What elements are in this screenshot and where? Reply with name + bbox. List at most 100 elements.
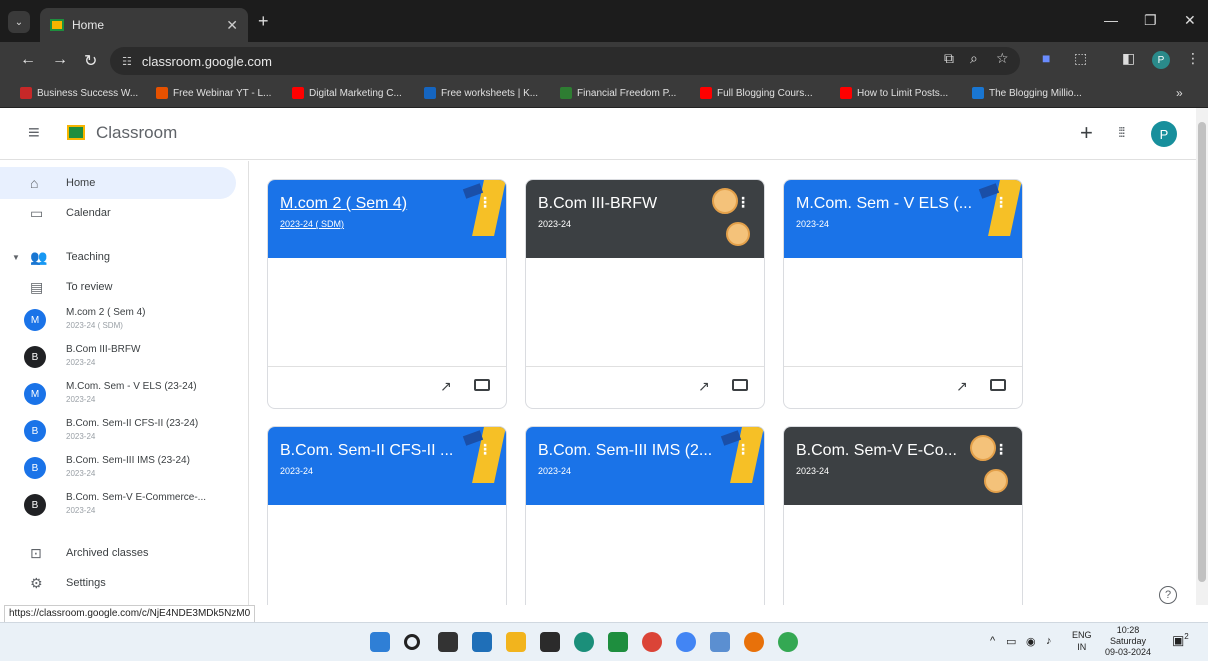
sidebar-class-item[interactable]: B B.Com. Sem-II CFS-II (23-24) 2023-24 [0,414,236,450]
card-options-icon[interactable]: ⋮ [994,194,1008,211]
site-info-icon[interactable]: ☷ [122,55,132,68]
bookmark-item[interactable]: Business Success W... [20,87,138,99]
class-card-title[interactable]: B.Com III-BRFW [538,195,657,213]
class-card-banner[interactable]: M.com 2 ( Sem 4) 2023-24 ( SDM) ⋮ [268,180,506,258]
bookmark-item[interactable]: Digital Marketing C... [292,87,402,99]
browser-tab-home[interactable]: Home ✕ [40,8,248,42]
side-panel-icon[interactable]: ◧ [1122,50,1135,67]
tray-chevron-icon[interactable]: ^ [990,635,995,647]
forward-icon[interactable]: → [52,51,68,69]
gradebook-trend-icon[interactable]: ↗ [698,378,710,395]
bookmark-item[interactable]: How to Limit Posts... [840,87,948,99]
language-indicator[interactable]: ENG IN [1072,629,1092,653]
zoom-icon[interactable]: ⌕ [970,50,978,67]
minimize-icon[interactable]: — [1104,12,1118,28]
sidebar-item-archived[interactable]: ⊡ Archived classes [0,537,236,569]
drive-folder-icon[interactable] [474,379,490,391]
expand-caret-icon[interactable]: ▼ [12,253,20,262]
reload-icon[interactable]: ↻ [84,51,97,71]
chrome-profile-3-icon[interactable] [778,632,798,652]
class-card-banner[interactable]: B.Com. Sem-V E-Co... 2023-24 ⋮ [784,427,1022,505]
chrome-profile-2-icon[interactable] [744,632,764,652]
chrome-profile-icon[interactable] [676,632,696,652]
card-options-icon[interactable]: ⋮ [478,441,492,458]
class-card-title[interactable]: M.Com. Sem - V ELS (... [796,195,972,213]
class-card[interactable]: B.Com III-BRFW 2023-24 ⋮ ↗ [525,179,765,409]
google-apps-icon[interactable]: ⁞⁞⁞ [1118,124,1126,140]
create-join-class-icon[interactable]: + [1080,120,1093,146]
extension-icon[interactable]: ■ [1042,50,1050,66]
extensions-puzzle-icon[interactable]: ⬚ [1074,50,1087,67]
sidebar-item-home[interactable]: ⌂ Home [0,167,236,199]
app-title[interactable]: Classroom [96,123,177,143]
account-avatar[interactable]: P [1151,121,1177,147]
card-options-icon[interactable]: ⋮ [994,441,1008,458]
bookmark-item[interactable]: Full Blogging Cours... [700,87,813,99]
tab-search-dropdown-icon[interactable]: ⌄ [8,11,30,33]
browser-profile-avatar[interactable]: P [1152,51,1170,69]
card-options-icon[interactable]: ⋮ [736,441,750,458]
gradebook-trend-icon[interactable]: ↗ [440,378,452,395]
sidebar-class-item[interactable]: B B.Com III-BRFW 2023-24 [0,340,236,376]
bookmark-star-icon[interactable]: ☆ [996,50,1009,67]
display-icon[interactable]: ▭ [1006,635,1016,648]
class-card-banner[interactable]: B.Com. Sem-III IMS (2... 2023-24 ⋮ [526,427,764,505]
class-card-banner[interactable]: M.Com. Sem - V ELS (... 2023-24 ⋮ [784,180,1022,258]
sidebar-class-item[interactable]: B B.Com. Sem-V E-Commerce-... 2023-24 [0,488,236,524]
sidebar-class-item[interactable]: B B.Com. Sem-III IMS (23-24) 2023-24 [0,451,236,487]
url-omnibox[interactable]: ☷ classroom.google.com [110,47,1020,75]
sidebar-item-settings[interactable]: ⚙ Settings [0,567,236,599]
task-view-icon[interactable] [438,632,458,652]
class-card-title[interactable]: B.Com. Sem-III IMS (2... [538,442,712,460]
gradebook-trend-icon[interactable]: ↗ [956,378,968,395]
class-card-banner[interactable]: B.Com. Sem-II CFS-II ... 2023-24 ⋮ [268,427,506,505]
install-app-icon[interactable]: ⧉ [944,50,954,67]
bookmark-item[interactable]: Financial Freedom P... [560,87,676,99]
bookmark-item[interactable]: Free worksheets | K... [424,87,538,99]
class-card[interactable]: M.Com. Sem - V ELS (... 2023-24 ⋮ ↗ [783,179,1023,409]
tab-close-icon[interactable]: ✕ [226,17,238,34]
restore-icon[interactable]: ❐ [1144,12,1157,29]
scrollbar-thumb[interactable] [1198,122,1206,582]
class-card-title[interactable]: B.Com. Sem-V E-Co... [796,442,957,460]
card-options-icon[interactable]: ⋮ [736,194,750,211]
help-icon[interactable]: ? [1159,586,1177,604]
page-scrollbar[interactable] [1196,108,1208,605]
main-menu-icon[interactable]: ≡ [28,122,40,145]
class-card[interactable]: B.Com. Sem-V E-Co... 2023-24 ⋮ [783,426,1023,605]
volume-icon[interactable]: ♪ [1046,635,1052,647]
start-icon[interactable] [370,632,390,652]
bookmark-item[interactable]: The Blogging Millio... [972,87,1082,99]
sidebar-class-item[interactable]: M M.Com. Sem - V ELS (23-24) 2023-24 [0,377,236,413]
drive-folder-icon[interactable] [990,379,1006,391]
browser-menu-icon[interactable]: ⋮ [1186,50,1200,67]
class-card[interactable]: B.Com. Sem-II CFS-II ... 2023-24 ⋮ [267,426,507,605]
store-icon[interactable] [540,632,560,652]
sidebar-item-calendar[interactable]: ▭ Calendar [0,197,236,229]
class-card-title[interactable]: M.com 2 ( Sem 4) [280,195,407,213]
chrome-icon[interactable] [642,632,662,652]
edge-icon[interactable] [574,632,594,652]
class-card[interactable]: M.com 2 ( Sem 4) 2023-24 ( SDM) ⋮ ↗ [267,179,507,409]
notifications-icon[interactable]: ▣2 [1172,632,1189,648]
card-options-icon[interactable]: ⋮ [478,194,492,211]
more-bookmarks-icon[interactable]: » [1176,86,1183,100]
clock[interactable]: 10:28 Saturday 09-03-2024 [1100,625,1156,658]
class-card-title[interactable]: B.Com. Sem-II CFS-II ... [280,442,453,460]
class-card-banner[interactable]: B.Com III-BRFW 2023-24 ⋮ [526,180,764,258]
search-icon[interactable] [404,634,420,650]
sidebar-class-item[interactable]: M M.com 2 ( Sem 4) 2023-24 ( SDM) [0,303,236,339]
new-tab-icon[interactable]: + [258,11,269,32]
classroom-app-icon[interactable] [608,632,628,652]
sidebar-item-teaching[interactable]: ▼ 👥 Teaching [0,241,236,273]
back-icon[interactable]: ← [20,51,36,69]
window-close-icon[interactable]: ✕ [1184,12,1196,29]
widgets-icon[interactable] [472,632,492,652]
notepad-icon[interactable] [710,632,730,652]
classroom-logo[interactable] [67,125,85,140]
drive-folder-icon[interactable] [732,379,748,391]
file-explorer-icon[interactable] [506,632,526,652]
bookmark-item[interactable]: Free Webinar YT - L... [156,87,271,99]
class-card[interactable]: B.Com. Sem-III IMS (2... 2023-24 ⋮ [525,426,765,605]
network-icon[interactable]: ◉ [1026,635,1036,648]
